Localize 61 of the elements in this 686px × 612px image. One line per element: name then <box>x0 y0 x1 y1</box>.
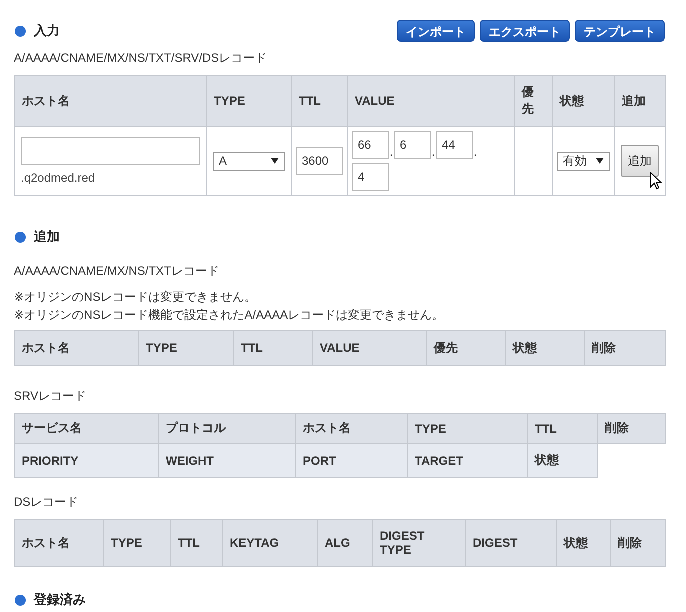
hostname-field[interactable] <box>21 137 200 165</box>
column-header: 状態 <box>528 444 598 478</box>
column-header: ALG <box>318 520 372 566</box>
note: ※オリジンのNSレコード機能で設定されたA/AAAAレコードは変更できません。 <box>14 307 446 324</box>
column-header: ホスト名 <box>296 414 408 444</box>
column-header: ホスト名 <box>14 76 206 126</box>
column-header: VALUE <box>348 76 514 126</box>
ttl-field[interactable]: 3600 <box>296 147 343 175</box>
octet-field[interactable]: 44 <box>436 131 473 159</box>
column-header: TTL <box>234 330 312 366</box>
caption: SRVレコード <box>14 388 88 405</box>
cursor-icon <box>650 172 662 190</box>
column-header: サービス名 <box>14 414 158 444</box>
caption: DSレコード <box>14 494 80 511</box>
column-header: TYPE <box>138 330 234 366</box>
column-header: PRIORITY <box>14 444 158 478</box>
column-header: 追加 <box>614 76 666 126</box>
caption: A/AAAA/CNAME/MX/NS/TXT/SRV/DSレコード <box>14 50 268 67</box>
column-header: PORT <box>296 444 408 478</box>
column-header: TTL <box>170 520 222 566</box>
type-select[interactable]: A <box>213 152 285 170</box>
column-header: ホスト名 <box>14 520 104 566</box>
column-header: DIGEST TYPE <box>372 520 466 566</box>
column-header: 状態 <box>552 76 614 126</box>
column-header: WEIGHT <box>158 444 296 478</box>
separator: . <box>473 145 478 159</box>
octet-field[interactable]: 66 <box>352 131 389 159</box>
status-select[interactable]: 有効 <box>557 152 610 170</box>
column-header: 優先 <box>426 330 506 366</box>
caret-icon <box>596 158 604 164</box>
column-header: DIGEST <box>466 520 556 566</box>
column-header: TTL <box>292 76 348 126</box>
caption: A/AAAA/CNAME/MX/NS/TXTレコード <box>14 263 220 280</box>
separator: . <box>431 145 436 159</box>
section-title: 入力 <box>14 22 60 40</box>
toolbar-button[interactable]: テンプレート <box>575 20 665 42</box>
column-header: TYPE <box>408 414 528 444</box>
column-header: TARGET <box>408 444 528 478</box>
toolbar-button[interactable]: エクスポート <box>480 20 570 42</box>
column-header: プロトコル <box>158 414 296 444</box>
column-header: 削除 <box>598 414 666 444</box>
column-header: TYPE <box>206 76 292 126</box>
column-header: 削除 <box>584 330 666 366</box>
column-header: 削除 <box>610 520 666 566</box>
column-header: ホスト名 <box>14 330 138 366</box>
octet-field[interactable]: 4 <box>352 163 389 191</box>
column-header: 優先 <box>514 76 552 126</box>
toolbar-button[interactable]: インポート <box>397 20 475 42</box>
column-header: KEYTAG <box>222 520 318 566</box>
separator: . <box>389 145 394 159</box>
column-header: 状態 <box>506 330 584 366</box>
column-header: VALUE <box>312 330 426 366</box>
octet-field[interactable]: 6 <box>394 131 431 159</box>
section-title: 追加 <box>14 228 60 246</box>
caret-icon <box>271 158 279 164</box>
column-header: TTL <box>528 414 598 444</box>
column-header: TYPE <box>104 520 170 566</box>
column-header: 状態 <box>556 520 610 566</box>
section-title: 登録済み <box>14 591 86 609</box>
note: ※オリジンのNSレコードは変更できません。 <box>14 289 258 306</box>
domain-suffix: .q2odmed.red <box>21 171 96 185</box>
